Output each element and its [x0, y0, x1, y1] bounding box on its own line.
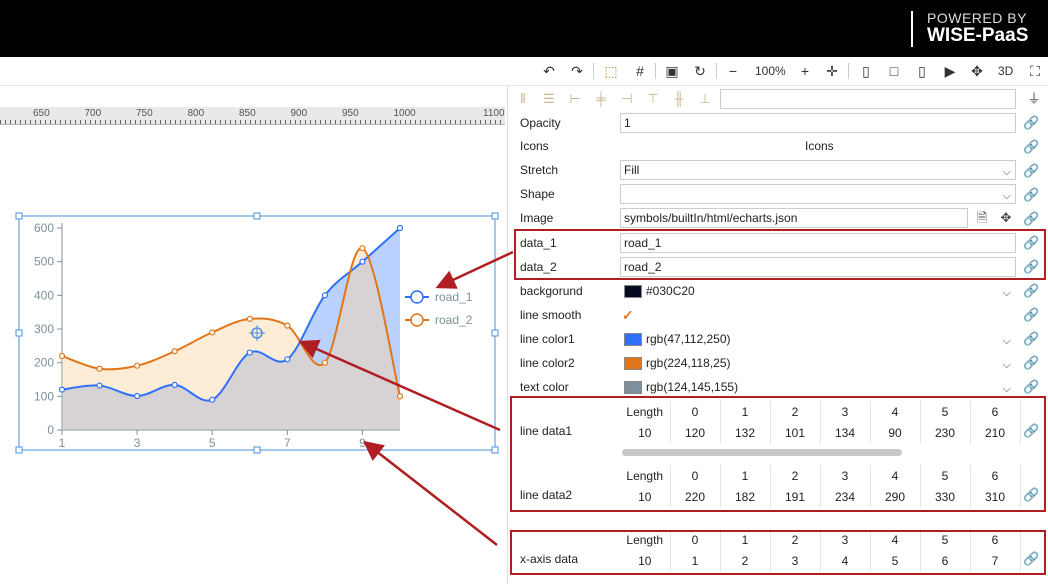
annotation-arrows: [298, 250, 514, 546]
arrow-to-xaxis: [363, 440, 498, 546]
arrow-to-lines: [298, 339, 501, 432]
arrow-to-legend: [435, 250, 514, 289]
